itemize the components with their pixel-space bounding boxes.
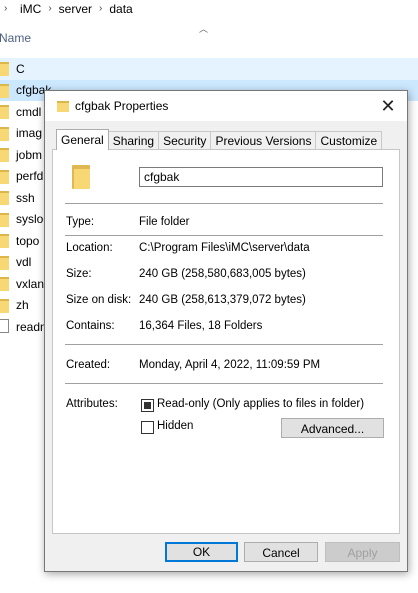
folder-icon — [72, 165, 90, 189]
breadcrumb: › iMC › server › data — [0, 0, 133, 17]
folder-icon — [0, 212, 9, 227]
folder-icon — [57, 101, 69, 112]
folder-icon — [0, 62, 9, 76]
title-bar[interactable]: cfgbak Properties ✕ — [45, 91, 407, 121]
folder-icon — [0, 255, 9, 270]
type-label: Type: — [66, 216, 95, 228]
tab-sharing[interactable]: Sharing — [107, 131, 160, 150]
folder-icon — [0, 234, 9, 248]
list-item-label: vxlan — [16, 276, 45, 291]
size-on-disk-label: Size on disk: — [66, 294, 132, 306]
sort-ascending-icon: ︿ — [199, 24, 209, 34]
divider — [65, 344, 383, 345]
list-item-label: jobm — [16, 147, 43, 162]
size-value: 240 GB (258,580,683,005 bytes) — [139, 268, 306, 280]
folder-icon — [0, 169, 9, 184]
chevron-right-icon[interactable]: › — [99, 3, 102, 14]
hidden-checkbox[interactable] — [141, 421, 154, 434]
folder-icon — [0, 191, 9, 205]
contains-label: Contains: — [66, 320, 115, 332]
hidden-checkbox-label[interactable]: Hidden — [157, 420, 193, 432]
tab-customize[interactable]: Customize — [315, 131, 383, 150]
breadcrumb-item-data[interactable]: data — [109, 2, 132, 16]
size-label: Size: — [66, 268, 92, 280]
readonly-checkbox[interactable] — [141, 399, 154, 412]
breadcrumb-item-server[interactable]: server — [59, 2, 92, 16]
folder-icon — [0, 298, 9, 313]
folder-icon — [0, 83, 9, 98]
cancel-button[interactable]: Cancel — [244, 542, 318, 562]
list-item-label: imag — [16, 126, 43, 141]
chevron-right-icon[interactable]: › — [48, 3, 51, 14]
apply-button[interactable]: Apply — [325, 542, 400, 562]
divider — [65, 383, 383, 384]
tab-general[interactable]: General — [56, 129, 109, 150]
properties-dialog: cfgbak Properties ✕ General Sharing Secu… — [44, 90, 408, 572]
list-item-label: vdl — [16, 255, 32, 270]
chevron-right-icon[interactable]: › — [4, 3, 7, 14]
folder-icon — [0, 277, 9, 291]
created-value: Monday, April 4, 2022, 11:09:59 PM — [139, 359, 321, 371]
readonly-checkbox-label[interactable]: Read-only (Only applies to files in fold… — [157, 398, 364, 410]
divider — [65, 235, 383, 236]
breadcrumb-item-imc[interactable]: iMC — [20, 2, 41, 16]
folder-icon — [0, 148, 9, 162]
location-label: Location: — [66, 242, 113, 254]
type-value: File folder — [139, 216, 190, 228]
folder-icon — [0, 105, 9, 119]
close-button[interactable]: ✕ — [375, 94, 401, 118]
list-item-label: zh — [16, 298, 29, 313]
advanced-button[interactable]: Advanced... — [281, 418, 384, 438]
folder-name-input[interactable] — [139, 167, 383, 187]
list-item-label: readn — [16, 319, 47, 334]
tab-bar: General Sharing Security Previous Versio… — [56, 129, 383, 150]
column-header-name[interactable]: Name — [0, 31, 31, 45]
list-item[interactable]: C — [0, 58, 418, 80]
list-item-label: perfd — [16, 169, 44, 184]
attributes-label: Attributes: — [66, 398, 118, 410]
ok-button[interactable]: OK — [165, 542, 238, 562]
divider — [65, 203, 383, 204]
list-item-label: cmdl — [16, 104, 42, 119]
dialog-title: cfgbak Properties — [75, 99, 169, 113]
general-tab-panel: Type: File folder Location: C:\Program F… — [52, 149, 400, 534]
folder-icon — [0, 126, 9, 141]
list-item-label: ssh — [16, 190, 35, 205]
contains-value: 16,364 Files, 18 Folders — [139, 320, 263, 332]
location-value: C:\Program Files\iMC\server\data — [139, 242, 310, 254]
list-item-label: topo — [16, 233, 40, 248]
created-label: Created: — [66, 359, 111, 371]
size-on-disk-value: 240 GB (258,613,379,072 bytes) — [139, 294, 306, 306]
tab-previous-versions[interactable]: Previous Versions — [210, 131, 317, 150]
list-item-label: C — [16, 61, 25, 76]
text-file-icon — [0, 319, 9, 333]
tab-security[interactable]: Security — [158, 131, 212, 150]
